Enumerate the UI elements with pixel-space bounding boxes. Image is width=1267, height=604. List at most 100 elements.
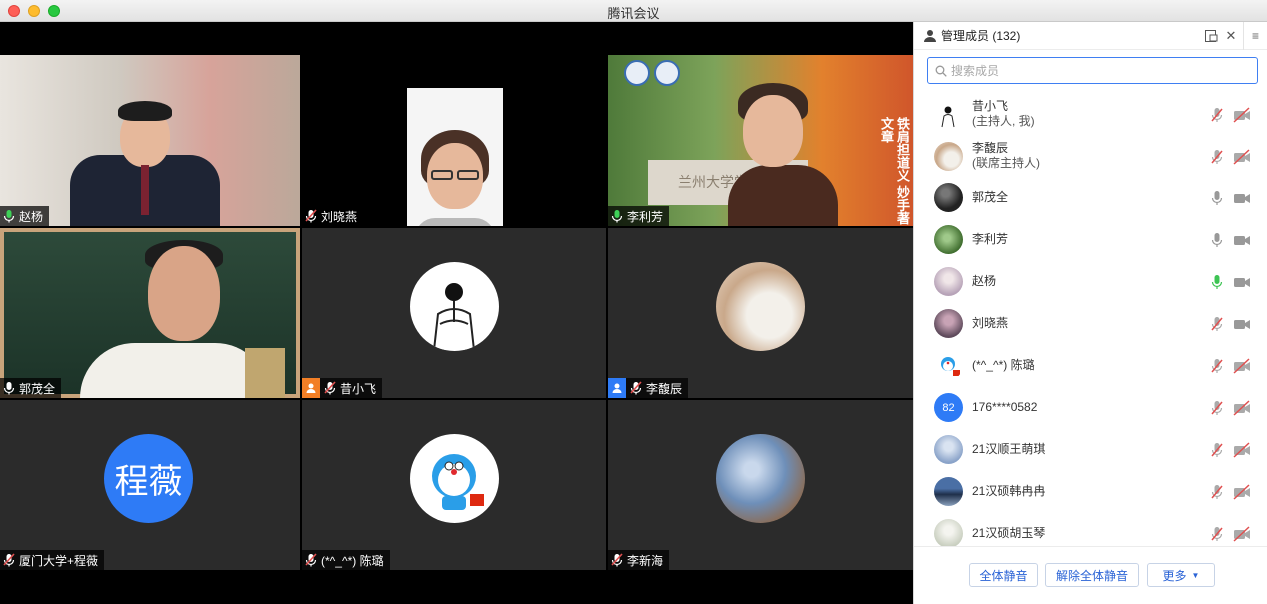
participant-name: 昔小飞 <box>340 381 377 396</box>
member-name: 176****0582 <box>972 400 1038 414</box>
participant-avatar <box>410 262 499 351</box>
microphone-muted-icon <box>3 553 15 567</box>
host-icon <box>302 378 320 398</box>
avatar <box>934 435 963 464</box>
microphone-muted-icon[interactable] <box>1210 149 1224 165</box>
close-icon[interactable]: ✕ <box>1223 28 1239 44</box>
microphone-muted-icon[interactable] <box>1210 526 1224 542</box>
camera-off-icon[interactable] <box>1233 107 1251 123</box>
avatar <box>934 142 963 171</box>
member-list: 昔小飞 (主持人, 我) 李馥辰 (联席主持人) 郭茂全 李利芳 赵杨 刘晓燕 … <box>914 93 1267 547</box>
member-panel: 管理成员 (132) ✕ ≡ 昔小飞 (主持人, 我) 李馥辰 <box>913 22 1267 604</box>
member-role: (主持人, 我) <box>972 114 1035 128</box>
video-tile-lifuchen[interactable]: 李馥辰 <box>608 228 913 398</box>
doraemon-icon <box>432 454 484 510</box>
member-row[interactable]: 21汉硕韩冉冉 <box>914 471 1267 513</box>
member-row[interactable]: 21汉硕胡玉琴 <box>914 513 1267 547</box>
microphone-active-icon[interactable] <box>1210 274 1224 290</box>
microphone-muted-icon[interactable] <box>1210 442 1224 458</box>
name-tag: 刘晓燕 <box>302 206 364 226</box>
microphone-active-icon <box>3 210 15 223</box>
camera-icon[interactable] <box>1233 274 1251 290</box>
microphone-muted-icon[interactable] <box>1210 400 1224 416</box>
menu-icon[interactable]: ≡ <box>1243 22 1267 50</box>
avatar <box>934 225 963 254</box>
video-tile-zhaoyang[interactable]: 赵杨 <box>0 55 300 226</box>
participant-name: 郭茂全 <box>19 381 56 396</box>
video-tile-chenlu[interactable]: (*^_^*) 陈璐 <box>302 400 606 570</box>
avatar <box>934 519 963 547</box>
microphone-muted-icon <box>305 553 317 567</box>
video-grid: 赵杨 刘晓燕 兰州大学学 铁肩担道义 妙手著文章 李利芳 郭茂全 昔小飞 李馥辰… <box>0 22 913 604</box>
member-row[interactable]: (*^_^*) 陈璐 <box>914 345 1267 387</box>
name-tag: 李新海 <box>608 550 670 570</box>
window-title: 腾讯会议 <box>607 6 660 21</box>
participant-video-figure <box>70 95 220 226</box>
avatar <box>934 267 963 296</box>
member-name: 赵杨 <box>972 274 997 288</box>
mute-all-button[interactable]: 全体静音 <box>969 563 1038 587</box>
microphone-muted-icon[interactable] <box>1210 484 1224 500</box>
name-tag: 李馥辰 <box>608 378 689 398</box>
member-row[interactable]: 昔小飞 (主持人, 我) <box>914 93 1267 135</box>
camera-off-icon[interactable] <box>1233 484 1251 500</box>
member-name: 21汉硕韩冉冉 <box>972 484 1046 498</box>
avatar <box>934 477 963 506</box>
caret-down-icon: ▼ <box>1191 570 1200 580</box>
member-row[interactable]: 李利芳 <box>914 219 1267 261</box>
camera-off-icon[interactable] <box>1233 358 1251 374</box>
member-row[interactable]: 李馥辰 (联席主持人) <box>914 135 1267 177</box>
camera-icon[interactable] <box>1233 190 1251 206</box>
panel-header: 管理成员 (132) ✕ ≡ <box>914 22 1267 50</box>
member-row[interactable]: 刘晓燕 <box>914 303 1267 345</box>
microphone-muted-icon[interactable] <box>1210 358 1224 374</box>
microphone-muted-icon <box>611 553 623 567</box>
video-tile-chengwei[interactable]: 程薇 厦门大学+程薇 <box>0 400 300 570</box>
member-name: (*^_^*) 陈璐 <box>972 358 1035 372</box>
more-button[interactable]: 更多 ▼ <box>1147 563 1215 587</box>
participant-avatar <box>716 434 805 523</box>
name-tag: 厦门大学+程薇 <box>0 550 105 570</box>
microphone-muted-icon[interactable] <box>1210 107 1224 123</box>
microphone-icon[interactable] <box>1210 232 1224 248</box>
participant-name: 厦门大学+程薇 <box>19 553 99 568</box>
video-tile-guomaoquan[interactable]: 郭茂全 <box>0 228 300 398</box>
member-name: 昔小飞 <box>972 99 1009 113</box>
video-tile-lilifang[interactable]: 兰州大学学 铁肩担道义 妙手著文章 李利芳 <box>608 55 913 226</box>
member-row[interactable]: 21汉顺王萌琪 <box>914 429 1267 471</box>
unmute-all-button[interactable]: 解除全体静音 <box>1045 563 1139 587</box>
member-name-block: 昔小飞 (主持人, 我) <box>972 99 1035 129</box>
member-row[interactable]: 郭茂全 <box>914 177 1267 219</box>
avatar <box>934 100 963 129</box>
camera-off-icon[interactable] <box>1233 526 1251 542</box>
camera-off-icon[interactable] <box>1233 400 1251 416</box>
member-name: 李馥辰 <box>972 141 1009 155</box>
cohost-icon <box>608 378 626 398</box>
member-name: 刘晓燕 <box>972 316 1009 330</box>
video-tile-liuxiaoyan[interactable]: 刘晓燕 <box>302 55 606 226</box>
search-input[interactable] <box>951 63 1241 78</box>
participant-name: 李新海 <box>627 553 664 568</box>
member-row[interactable]: 82 176****0582 <box>914 387 1267 429</box>
camera-off-icon[interactable] <box>1233 149 1251 165</box>
camera-icon[interactable] <box>1233 232 1251 248</box>
search-box[interactable] <box>927 57 1258 84</box>
popout-icon[interactable] <box>1203 28 1219 44</box>
name-tag: 昔小飞 <box>302 378 383 398</box>
camera-off-icon[interactable] <box>1233 442 1251 458</box>
video-tile-lixinhai[interactable]: 李新海 <box>608 400 913 570</box>
microphone-muted-icon <box>324 381 336 395</box>
avatar <box>934 309 963 338</box>
camera-icon[interactable] <box>1233 316 1251 332</box>
microphone-icon[interactable] <box>1210 190 1224 206</box>
member-row[interactable]: 赵杨 <box>914 261 1267 303</box>
microphone-muted-icon <box>305 209 317 223</box>
avatar <box>934 351 963 380</box>
member-name: 21汉硕胡玉琴 <box>972 526 1046 540</box>
avatar <box>934 183 963 212</box>
video-tile-xixiaofei[interactable]: 昔小飞 <box>302 228 606 398</box>
participant-name: 刘晓燕 <box>321 209 358 224</box>
microphone-muted-icon[interactable] <box>1210 316 1224 332</box>
university-logo <box>654 60 680 86</box>
microphone-muted-icon <box>630 381 642 395</box>
